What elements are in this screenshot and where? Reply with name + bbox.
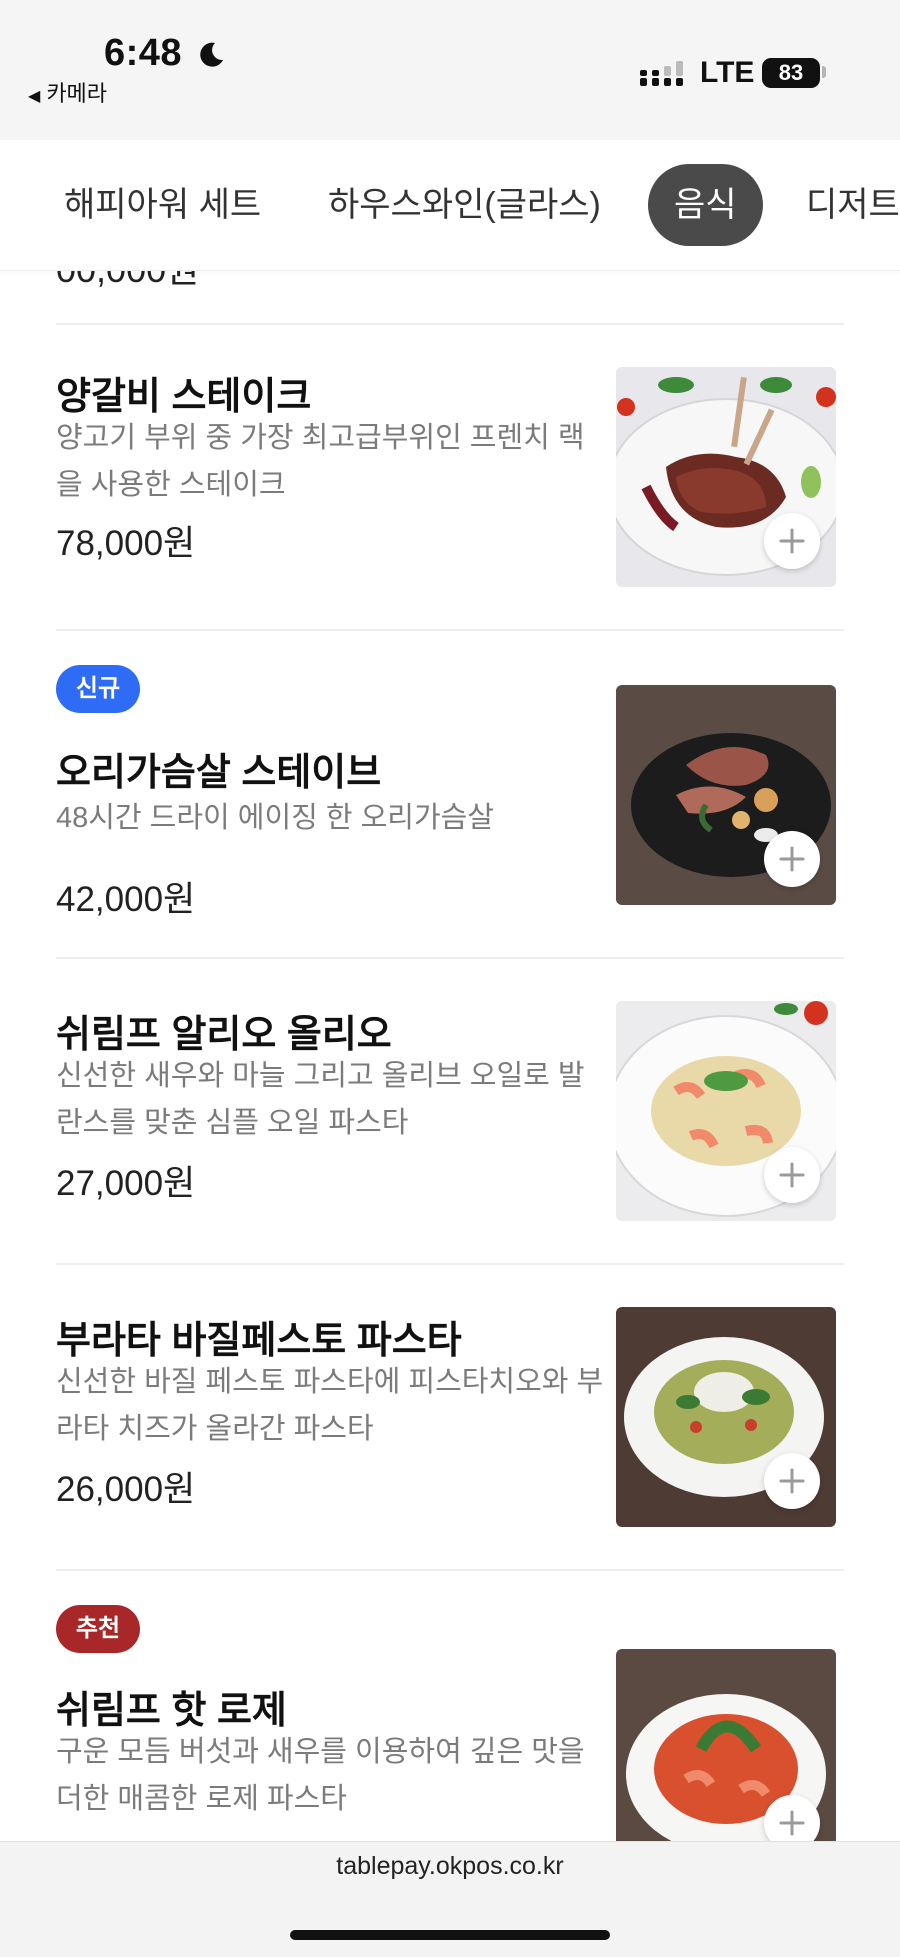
browser-bottom-bar: tablepay.okpos.co.kr [0,1841,900,1957]
duck-breast-image [616,685,836,905]
menu-item-duck-breast[interactable]: 신규 오리가슴살 스테이브 48시간 드라이 에이징 한 오리가슴살 42,00… [0,631,900,957]
app-root: 6:48 ◀ 카메라 LTE 83 해피아워 세트 하우스와인(글라스) 음식 디… [0,0,900,1957]
tab-food[interactable]: 음식 [648,164,763,246]
plus-icon [779,1810,805,1836]
plus-icon [779,528,805,554]
tab-happy-hour-set[interactable]: 해피아워 세트 [38,164,287,246]
menu-item-name: 오리가슴살 스테이브 [56,752,382,794]
recommended-badge: 추천 [56,1605,140,1653]
menu-item-name: 쉬림프 핫 로제 [56,1690,287,1732]
tab-house-wine[interactable]: 하우스와인(글라스) [302,164,627,246]
burrata-pesto-pasta-image [616,1307,836,1527]
plus-icon [779,1468,805,1494]
menu-item-shrimp-rose[interactable]: 추천 쉬림프 핫 로제 구운 모듬 버섯과 새우를 이용하여 깊은 맛을 더한 … [0,1571,900,1841]
menu-item-name: 양갈비 스테이크 [56,376,312,418]
status-time: 6:48 [104,32,183,74]
back-triangle-icon: ◀ [28,88,41,105]
moon-icon [200,42,223,67]
menu-item-description: 48시간 드라이 에이징 한 오리가슴살 [56,802,495,834]
new-badge: 신규 [56,665,140,713]
back-to-camera-link[interactable]: ◀ 카메라 [28,76,107,108]
menu-item-price: 42,000원 [56,880,196,919]
back-app-label: 카메라 [46,81,108,106]
shrimp-aglio-olio-image [616,1001,836,1221]
tab-dessert[interactable]: 디저트 [780,164,900,246]
menu-item-burrata-pesto-pasta[interactable]: 부라타 바질페스토 파스타 신선한 바질 페스토 파스타에 피스타치오와 부라타… [0,1265,900,1571]
plus-icon [779,1162,805,1188]
cutoff-price: 00,000원 [56,271,199,293]
menu-item-lamb-steak[interactable]: 양갈비 스테이크 양고기 부위 중 가장 최고급부위인 프렌치 랙을 사용한 스… [0,325,900,587]
add-to-cart-button[interactable] [764,1795,820,1841]
network-type: LTE [700,56,755,89]
battery-icon: 83 [762,58,820,88]
add-to-cart-button[interactable] [764,1147,820,1203]
menu-item-shrimp-aglio-olio[interactable]: 쉬림프 알리오 올리오 신선한 새우와 마늘 그리고 올리브 오일로 발란스를 … [0,959,900,1263]
menu-list: 00,000원 양갈비 스테이크 양고기 부위 중 가장 최고급부위인 프렌치 … [0,271,900,1841]
shrimp-rose-pasta-image [616,1649,836,1841]
url-label[interactable]: tablepay.okpos.co.kr [0,1852,900,1881]
battery-nub [822,66,826,78]
menu-item-price: 78,000원 [56,524,196,563]
status-bar: 6:48 ◀ 카메라 LTE 83 [0,0,900,140]
signal-icon [640,61,683,86]
plus-icon [779,846,805,872]
menu-item-description: 양고기 부위 중 가장 최고급부위인 프렌치 랙을 사용한 스테이크 [56,422,585,501]
home-indicator[interactable] [290,1930,610,1940]
add-to-cart-button[interactable] [764,831,820,887]
lamb-steak-image [616,367,836,587]
add-to-cart-button[interactable] [764,513,820,569]
menu-item-price: 27,000원 [56,1164,196,1203]
category-tabs: 해피아워 세트 하우스와인(글라스) 음식 디저트 [0,140,900,271]
menu-item-name: 부라타 바질페스토 파스타 [56,1320,462,1362]
menu-item-price: 26,000원 [56,1470,196,1509]
menu-item-description: 신선한 새우와 마늘 그리고 올리브 오일로 발란스를 맞춘 심플 오일 파스타 [56,1060,585,1139]
menu-item-description: 구운 모듬 버섯과 새우를 이용하여 깊은 맛을 더한 매콤한 로제 파스타 [56,1736,585,1815]
menu-item-description: 신선한 바질 페스토 파스타에 피스타치오와 부라타 치즈가 올라간 파스타 [56,1366,604,1445]
add-to-cart-button[interactable] [764,1453,820,1509]
menu-item-name: 쉬림프 알리오 올리오 [56,1014,392,1056]
